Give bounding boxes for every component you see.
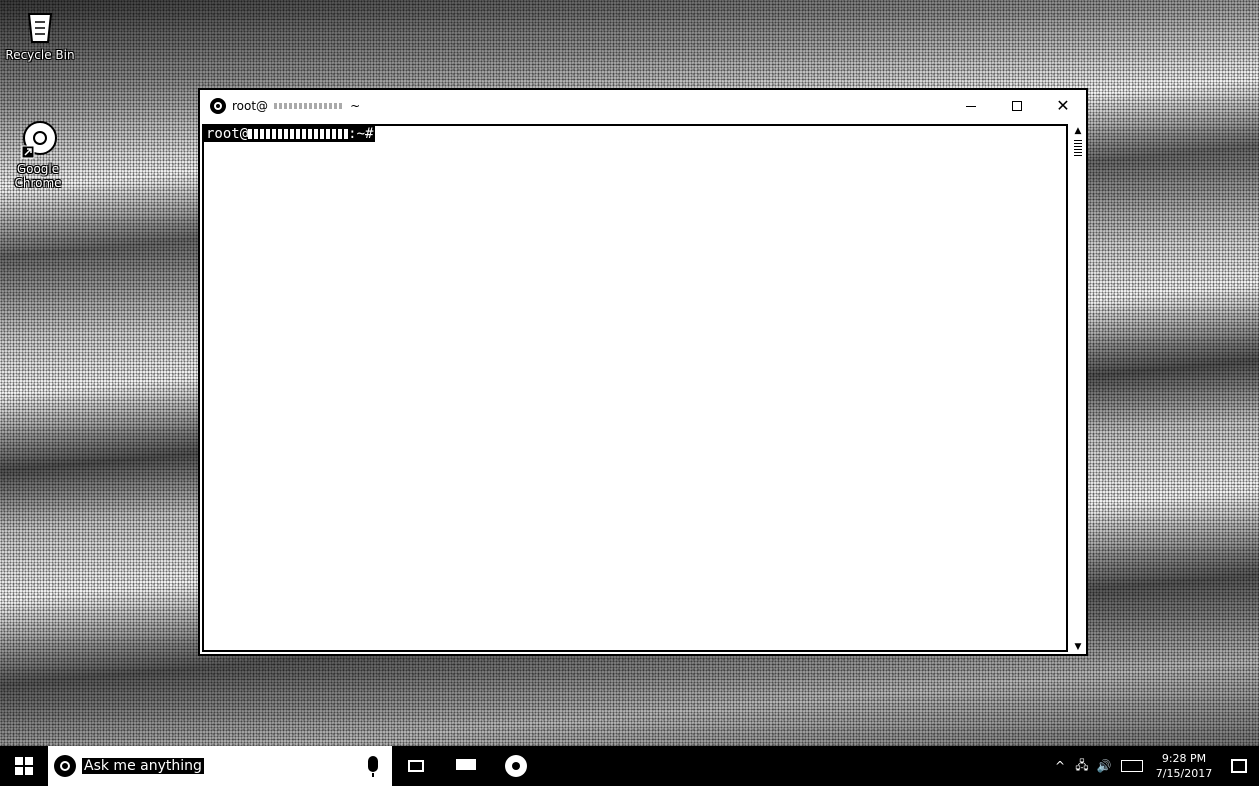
windows-logo-icon: [15, 757, 33, 775]
recycle-bin-icon: [20, 6, 60, 46]
close-button[interactable]: ✕: [1040, 90, 1086, 122]
notifications-icon[interactable]: [1219, 759, 1259, 773]
volume-icon[interactable]: 🔊: [1093, 759, 1115, 773]
scroll-down-icon[interactable]: ▼: [1070, 640, 1086, 654]
microphone-icon[interactable]: [368, 756, 378, 777]
window-titlebar[interactable]: root@ ~ ✕: [200, 90, 1086, 122]
terminal-output[interactable]: root@ :~#: [202, 124, 1068, 652]
prompt-suffix: :~#: [348, 126, 374, 142]
close-icon: ✕: [1056, 96, 1070, 115]
taskbar: Ask me anything ^ 🖧 🔊 9:28 PM 7/15/2017: [0, 746, 1259, 786]
start-button[interactable]: [0, 746, 48, 786]
taskbar-chrome-app[interactable]: [498, 746, 534, 786]
terminal-window[interactable]: root@ ~ ✕ root@ :~# ▲ ▼: [198, 88, 1088, 656]
cortana-icon: [54, 755, 76, 777]
scroll-thumb[interactable]: [1074, 138, 1082, 156]
desktop-background: Recycle Bin Google Chrome root@ ~ ✕ root…: [0, 0, 1259, 746]
redacted-prompt-host: [248, 129, 349, 139]
terminal-app-icon: [456, 759, 476, 773]
window-title: root@: [232, 99, 269, 113]
chrome-app-icon: [505, 755, 527, 777]
minimize-button[interactable]: [948, 90, 994, 122]
maximize-icon: [1012, 101, 1022, 111]
window-title-suffix: ~: [350, 99, 361, 113]
maximize-button[interactable]: [994, 90, 1040, 122]
network-icon[interactable]: 🖧: [1071, 756, 1093, 777]
redacted-hostname: [274, 103, 345, 109]
chrome-icon: [18, 120, 58, 160]
ubuntu-icon: [210, 98, 226, 114]
chrome-label: Google Chrome: [14, 162, 62, 190]
system-tray: ^ 🖧 🔊 9:28 PM 7/15/2017: [1049, 746, 1259, 786]
recycle-bin-shortcut[interactable]: Recycle Bin: [2, 6, 78, 62]
task-view-icon: [408, 760, 424, 772]
scroll-up-icon[interactable]: ▲: [1070, 124, 1086, 138]
clock-date: 7/15/2017: [1155, 767, 1213, 780]
recycle-bin-label: Recycle Bin: [5, 48, 75, 62]
cortana-search-box[interactable]: Ask me anything: [48, 746, 392, 786]
search-placeholder: Ask me anything: [82, 758, 204, 774]
vertical-scrollbar[interactable]: ▲ ▼: [1070, 124, 1086, 654]
clock-time: 9:28 PM: [1161, 752, 1207, 765]
task-view-button[interactable]: [400, 746, 432, 786]
clock[interactable]: 9:28 PM 7/15/2017: [1149, 751, 1219, 781]
keyboard-icon[interactable]: [1115, 760, 1149, 772]
prompt-user: root@: [206, 126, 249, 142]
minimize-icon: [966, 105, 976, 107]
show-hidden-icons-icon[interactable]: ^: [1049, 759, 1071, 773]
chrome-shortcut[interactable]: Google Chrome: [0, 120, 76, 190]
shell-prompt: root@ :~#: [204, 126, 376, 142]
taskbar-terminal-app[interactable]: [448, 746, 484, 786]
